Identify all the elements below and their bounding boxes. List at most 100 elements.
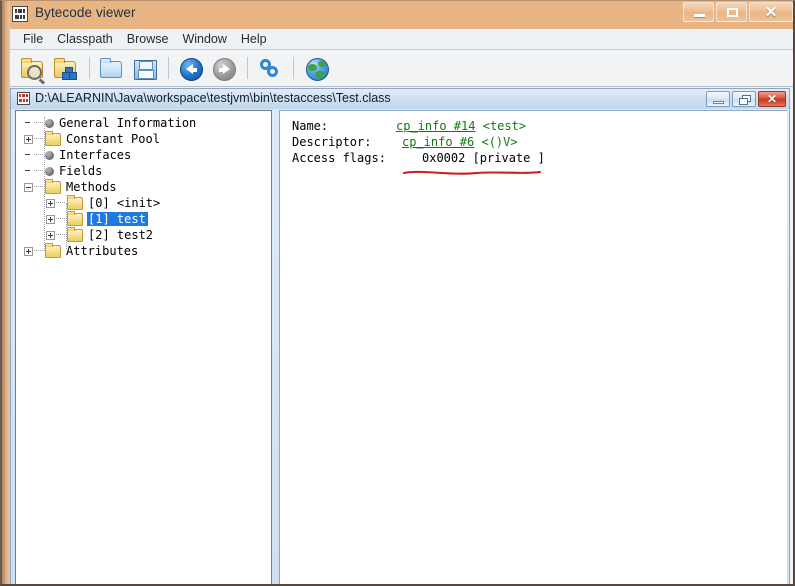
tree-node[interactable]: Interfaces: [16, 147, 271, 163]
open-class-file-button[interactable]: [18, 53, 48, 83]
structure-tree-panel[interactable]: General Information Constant Pool Interfac…: [15, 110, 272, 584]
access-flags-label: Access flags:: [292, 151, 386, 165]
close-button[interactable]: ✕: [749, 2, 793, 22]
expand-icon[interactable]: [24, 246, 33, 256]
detail-row-access-flags: Access flags: 0x0002 [private ]: [292, 151, 545, 167]
tree-spacer: [24, 151, 33, 160]
access-flags-value: 0x0002 [private ]: [422, 151, 545, 165]
folder-icon: [67, 210, 83, 226]
tree-connector: [34, 170, 43, 172]
folder-icon: [45, 130, 61, 146]
tree-node-label: [1] test: [87, 212, 148, 226]
expand-icon[interactable]: [46, 230, 55, 240]
tree-connector: [34, 186, 43, 188]
tree-node-label: [0] <init>: [88, 196, 161, 210]
name-suffix: <test>: [482, 119, 527, 133]
structure-tree[interactable]: General Information Constant Pool Interfac…: [16, 115, 271, 259]
menu-bar: File Classpath Browse Window Help: [10, 29, 793, 50]
folder-icon: [45, 242, 61, 258]
minimize-button[interactable]: [683, 2, 714, 22]
minimize-icon: [713, 101, 724, 104]
class-file-window-controls: ✕: [704, 91, 786, 107]
browse-classpath-button[interactable]: [97, 53, 127, 83]
mdi-client-area: D:\ALEARNIN\Java\workspace\testjvm\bin\t…: [10, 87, 793, 584]
menu-item-help[interactable]: Help: [234, 30, 274, 49]
child-close-button[interactable]: ✕: [758, 91, 786, 107]
tree-node-label: Constant Pool: [66, 132, 160, 146]
reload-icon: [260, 59, 280, 78]
menu-item-classpath[interactable]: Classpath: [50, 30, 120, 49]
bullet-icon: [45, 118, 54, 128]
restore-icon: [739, 95, 751, 105]
tree-node-label: Methods: [66, 180, 117, 194]
tree-node[interactable]: Constant Pool: [16, 130, 271, 147]
cubes-icon: [62, 67, 77, 80]
descriptor-suffix: <()V>: [481, 135, 518, 149]
tree-node[interactable]: Methods: [16, 178, 271, 195]
expand-icon[interactable]: [46, 214, 55, 224]
child-restore-button[interactable]: [732, 91, 756, 107]
maximize-button[interactable]: [716, 2, 747, 22]
class-file-title-bar: D:\ALEARNIN\Java\workspace\testjvm\bin\t…: [11, 89, 789, 109]
tree-node-label: Interfaces: [59, 148, 132, 162]
globe-button[interactable]: [301, 53, 331, 83]
class-file-icon: [17, 92, 30, 105]
tree-connector: [56, 234, 65, 236]
method-detail-content: Name: cp_info #14 <test> Descriptor: cp_…: [292, 119, 545, 175]
save-button[interactable]: [130, 53, 160, 83]
tree-node[interactable]: Attributes: [16, 242, 271, 259]
bullet-icon: [45, 166, 54, 176]
globe-icon: [306, 58, 329, 81]
toolbar-separator: [247, 57, 248, 79]
toolbar-separator: [89, 57, 90, 79]
back-icon: [180, 58, 203, 81]
toolbar-separator: [168, 57, 169, 79]
tree-spacer: [24, 167, 33, 176]
detail-row-name: Name: cp_info #14 <test>: [292, 119, 545, 135]
cp-info-link[interactable]: cp_info #6: [402, 135, 474, 149]
forward-button[interactable]: [209, 53, 239, 83]
browse-classpath-icon: [100, 58, 122, 78]
tree-connector: [56, 202, 65, 204]
folder-icon: [67, 194, 83, 210]
bytecode-app-icon: [12, 6, 28, 22]
descriptor-label: Descriptor:: [292, 135, 372, 149]
tree-node[interactable]: General Information: [16, 115, 271, 131]
maximize-icon: [727, 8, 738, 17]
title-bar: Bytecode viewer ✕: [2, 1, 793, 29]
tree-connector: [34, 154, 43, 156]
menu-item-file[interactable]: File: [16, 30, 50, 49]
tree-spacer: [24, 119, 33, 128]
minimize-icon: [694, 14, 705, 17]
class-file-path: D:\ALEARNIN\Java\workspace\testjvm\bin\t…: [35, 91, 391, 105]
detail-row-descriptor: Descriptor: cp_info #6 <()V>: [292, 135, 545, 151]
class-file-window: D:\ALEARNIN\Java\workspace\testjvm\bin\t…: [10, 88, 790, 584]
open-from-classpath-button[interactable]: [51, 53, 81, 83]
folder-icon: [45, 178, 61, 194]
tree-node[interactable]: Fields: [16, 163, 271, 179]
application-window: Bytecode viewer ✕ File Classpath Browse …: [0, 0, 795, 586]
collapse-icon[interactable]: [24, 182, 33, 192]
tree-connector: [34, 138, 43, 140]
magnifier-icon: [27, 65, 42, 80]
expand-icon[interactable]: [24, 134, 33, 144]
cp-info-link[interactable]: cp_info #14: [396, 119, 475, 133]
tree-connector: [34, 122, 43, 124]
menu-item-window[interactable]: Window: [175, 30, 233, 49]
split-pane: General Information Constant Pool Interfac…: [15, 110, 787, 584]
tree-connector: [56, 218, 65, 220]
tree-node[interactable]: [0] <init>: [16, 194, 271, 211]
reload-button[interactable]: [255, 53, 285, 83]
tree-connector: [34, 250, 43, 252]
child-minimize-button[interactable]: [706, 91, 730, 107]
expand-icon[interactable]: [46, 198, 55, 208]
tree-node[interactable]: [2] test2: [16, 226, 271, 243]
window-title: Bytecode viewer: [35, 5, 136, 20]
tree-node[interactable]: [1] test: [16, 210, 271, 227]
forward-icon: [213, 58, 236, 81]
close-icon: ✕: [764, 4, 778, 21]
menu-item-browse[interactable]: Browse: [120, 30, 176, 49]
method-detail-panel: Name: cp_info #14 <test> Descriptor: cp_…: [279, 110, 787, 584]
back-button[interactable]: [176, 53, 206, 83]
tree-node-label: Attributes: [66, 244, 139, 258]
